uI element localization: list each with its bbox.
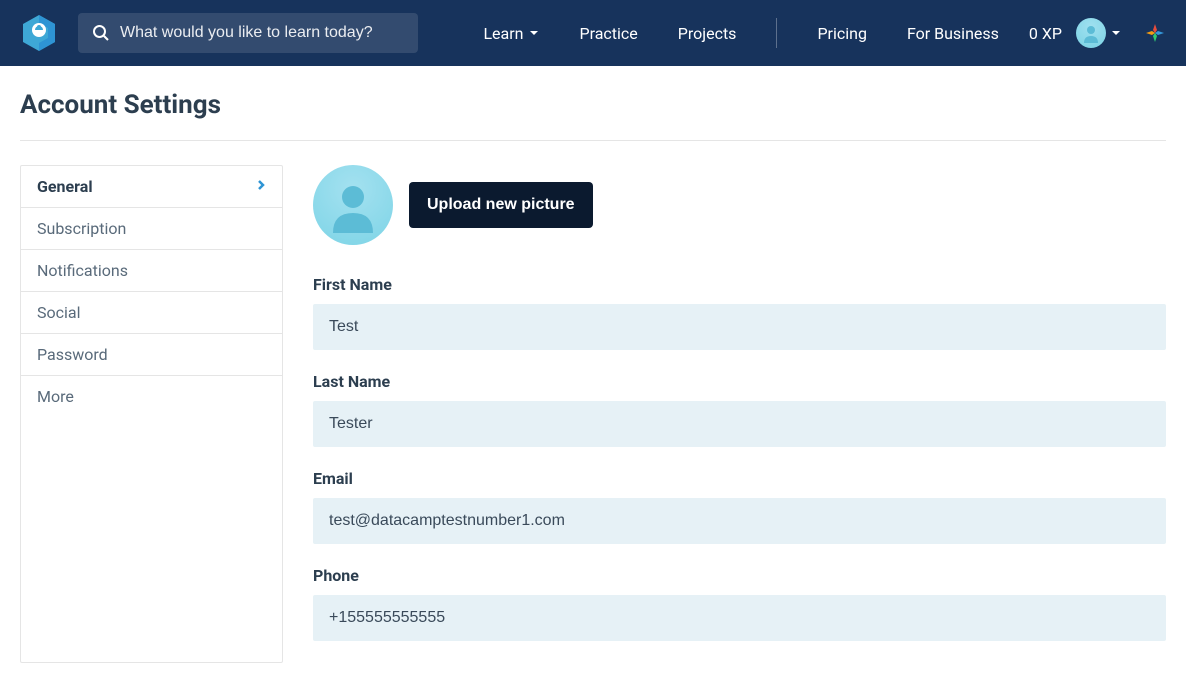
xp-indicator: 0 XP — [1029, 24, 1062, 43]
email-group: Email — [313, 469, 1166, 544]
last-name-group: Last Name — [313, 372, 1166, 447]
chevron-down-icon — [528, 24, 540, 43]
nav-pricing-label: Pricing — [817, 24, 867, 43]
email-input[interactable] — [313, 498, 1166, 544]
search-icon — [92, 24, 110, 42]
nav-projects-label: Projects — [678, 24, 737, 43]
nav-business-label: For Business — [907, 24, 999, 43]
sidebar-item-label: General — [37, 177, 93, 196]
nav-divider — [776, 18, 777, 48]
first-name-group: First Name — [313, 275, 1166, 350]
nav-links: Learn Practice Projects Pricing For Busi… — [483, 18, 998, 48]
sidebar-item-subscription[interactable]: Subscription — [21, 208, 282, 250]
sidebar-item-label: Password — [37, 345, 108, 364]
upload-picture-button[interactable]: Upload new picture — [409, 182, 593, 228]
search-box[interactable] — [78, 13, 418, 53]
nav-learn[interactable]: Learn — [483, 24, 539, 43]
avatar-row: Upload new picture — [313, 165, 1166, 245]
settings-sidebar: General Subscription Notifications Socia… — [20, 165, 283, 663]
email-label: Email — [313, 469, 1166, 488]
sidebar-item-label: More — [37, 387, 74, 406]
nav-practice[interactable]: Practice — [580, 24, 638, 43]
last-name-input[interactable] — [313, 401, 1166, 447]
sidebar-item-social[interactable]: Social — [21, 292, 282, 334]
first-name-label: First Name — [313, 275, 1166, 294]
search-input[interactable] — [120, 24, 404, 42]
top-navbar: Learn Practice Projects Pricing For Busi… — [0, 0, 1186, 66]
sidebar-item-more[interactable]: More — [21, 376, 282, 417]
sidebar-item-label: Notifications — [37, 261, 128, 280]
first-name-input[interactable] — [313, 304, 1166, 350]
settings-main: Upload new picture First Name Last Name … — [313, 165, 1166, 663]
chevron-down-icon — [1110, 24, 1122, 43]
avatar-small-icon — [1076, 18, 1106, 48]
sidebar-item-label: Social — [37, 303, 80, 322]
sidebar-item-general[interactable]: General — [21, 166, 282, 208]
last-name-label: Last Name — [313, 372, 1166, 391]
sidebar-item-label: Subscription — [37, 219, 126, 238]
nav-right: 0 XP — [1029, 18, 1166, 48]
nav-pricing[interactable]: Pricing — [817, 24, 867, 43]
user-menu[interactable] — [1076, 18, 1122, 48]
nav-projects[interactable]: Projects — [678, 24, 737, 43]
page-content: Account Settings General Subscription No… — [0, 66, 1186, 687]
title-divider — [20, 140, 1166, 141]
sidebar-item-notifications[interactable]: Notifications — [21, 250, 282, 292]
settings-layout: General Subscription Notifications Socia… — [20, 165, 1166, 663]
nav-business[interactable]: For Business — [907, 24, 999, 43]
avatar-large-icon — [313, 165, 393, 245]
phone-group: Phone — [313, 566, 1166, 641]
sidebar-item-password[interactable]: Password — [21, 334, 282, 376]
phone-label: Phone — [313, 566, 1166, 585]
extension-icon[interactable] — [1144, 22, 1166, 44]
page-title: Account Settings — [20, 90, 1166, 120]
phone-input[interactable] — [313, 595, 1166, 641]
logo[interactable] — [20, 14, 58, 52]
nav-learn-label: Learn — [483, 24, 523, 43]
chevron-right-icon — [256, 177, 266, 196]
nav-practice-label: Practice — [580, 24, 638, 43]
